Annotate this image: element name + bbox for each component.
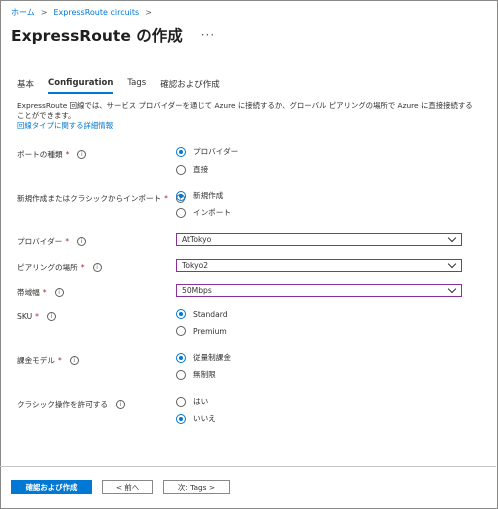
provider-dropdown[interactable]: AtTokyo xyxy=(176,233,462,246)
info-icon[interactable]: i xyxy=(77,237,87,246)
main-frame xyxy=(0,0,498,509)
sku-label: SKU xyxy=(17,312,33,321)
radio-label: Premium xyxy=(193,326,227,336)
breadcrumb-home[interactable]: ホーム xyxy=(11,7,35,18)
radio-premium[interactable]: Premium xyxy=(176,326,227,336)
bandwidth-dropdown[interactable]: 50Mbps xyxy=(176,284,462,297)
radio-unselected-icon xyxy=(176,207,186,218)
tab-bar: 基本 Configuration Tags 確認および作成 xyxy=(17,78,220,94)
radio-unselected-icon xyxy=(176,396,186,407)
billing-model-label-row: 課金モデル * i xyxy=(17,355,79,366)
info-icon[interactable]: i xyxy=(46,312,56,321)
bandwidth-label-row: 帯域幅 * i xyxy=(17,287,64,298)
provider-value: AtTokyo xyxy=(182,235,212,244)
radio-unselected-icon xyxy=(176,326,186,336)
radio-label: 無制限 xyxy=(193,370,216,379)
radio-selected-icon xyxy=(176,352,186,363)
radio-import[interactable]: インポート xyxy=(176,207,231,218)
billing-model-label: 課金モデル xyxy=(17,356,55,365)
radio-metered[interactable]: 従量制課金 xyxy=(176,352,231,363)
peering-location-label: ピアリングの場所 xyxy=(17,263,78,272)
provider-label: プロバイダー xyxy=(17,237,63,246)
radio-label: Standard xyxy=(193,309,228,319)
port-type-label: ポートの種類 xyxy=(17,150,63,159)
bandwidth-value: 50Mbps xyxy=(182,286,212,295)
breadcrumb-circuits[interactable]: ExpressRoute circuits xyxy=(53,8,139,17)
description-text: ExpressRoute 回線では、サービス プロバイダーを通じて Azure … xyxy=(17,101,473,120)
chevron-right-icon: > xyxy=(40,8,48,17)
breadcrumb: ホーム > ExpressRoute circuits > xyxy=(11,7,152,18)
radio-yes[interactable]: はい xyxy=(176,396,208,407)
tab-basics[interactable]: 基本 xyxy=(17,78,34,94)
radio-label: 直接 xyxy=(193,165,209,174)
radio-unselected-icon xyxy=(176,164,186,175)
chevron-down-icon xyxy=(447,284,457,294)
bandwidth-label: 帯域幅 xyxy=(17,288,40,297)
radio-label: 従量制課金 xyxy=(193,353,231,362)
page-title-row: ExpressRoute の作成 ··· xyxy=(11,24,215,46)
classic-ops-label: クラシック操作を許可する xyxy=(17,400,108,409)
provider-label-row: プロバイダー * i xyxy=(17,236,87,247)
port-type-label-row: ポートの種類 * i xyxy=(17,149,87,160)
radio-provider[interactable]: プロバイダー xyxy=(176,146,238,157)
info-icon[interactable]: i xyxy=(69,356,79,365)
footer-divider xyxy=(0,466,496,467)
radio-direct[interactable]: 直接 xyxy=(176,164,208,175)
radio-create-new[interactable]: 新規作成 xyxy=(176,190,223,201)
chevron-down-icon xyxy=(447,259,457,269)
description: ExpressRoute 回線では、サービス プロバイダーを通じて Azure … xyxy=(17,101,477,131)
radio-standard[interactable]: Standard xyxy=(176,309,228,319)
radio-label: インポート xyxy=(193,208,231,217)
previous-button[interactable]: < 前へ xyxy=(102,480,153,494)
radio-no[interactable]: いいえ xyxy=(176,413,216,424)
peering-location-value: Tokyo2 xyxy=(182,261,209,270)
radio-label: いいえ xyxy=(193,414,216,423)
tab-review-create[interactable]: 確認および作成 xyxy=(160,78,220,94)
radio-selected-icon xyxy=(176,190,186,201)
tab-tags[interactable]: Tags xyxy=(127,78,146,94)
classic-ops-label-row: クラシック操作を許可する i xyxy=(17,399,125,410)
create-import-label: 新規作成またはクラシックからインポート xyxy=(17,194,162,203)
learn-more-link[interactable]: 回線タイプに関する詳細情報 xyxy=(17,121,113,130)
peering-location-label-row: ピアリングの場所 * i xyxy=(17,262,102,273)
create-import-label-row: 新規作成またはクラシックからインポート * i xyxy=(17,193,185,204)
review-create-button[interactable]: 確認および作成 xyxy=(11,480,92,494)
info-icon[interactable]: i xyxy=(54,288,64,297)
info-icon[interactable]: i xyxy=(92,263,102,272)
page-title: ExpressRoute の作成 xyxy=(11,27,183,45)
chevron-down-icon xyxy=(447,233,457,243)
tab-configuration[interactable]: Configuration xyxy=(48,78,114,94)
radio-label: はい xyxy=(193,397,209,406)
radio-unselected-icon xyxy=(176,369,186,380)
chevron-right-icon: > xyxy=(145,8,152,17)
radio-label: プロバイダー xyxy=(193,147,239,156)
radio-selected-icon xyxy=(176,413,186,424)
info-icon[interactable]: i xyxy=(115,400,125,409)
sku-label-row: SKU * i xyxy=(17,312,56,321)
next-button[interactable]: 次: Tags > xyxy=(163,480,230,494)
radio-selected-icon xyxy=(176,146,186,157)
radio-label: 新規作成 xyxy=(193,191,224,200)
more-options-icon[interactable]: ··· xyxy=(201,28,215,42)
peering-location-dropdown[interactable]: Tokyo2 xyxy=(176,259,462,272)
radio-selected-icon xyxy=(176,309,186,319)
radio-unlimited[interactable]: 無制限 xyxy=(176,369,216,380)
info-icon[interactable]: i xyxy=(77,150,87,159)
